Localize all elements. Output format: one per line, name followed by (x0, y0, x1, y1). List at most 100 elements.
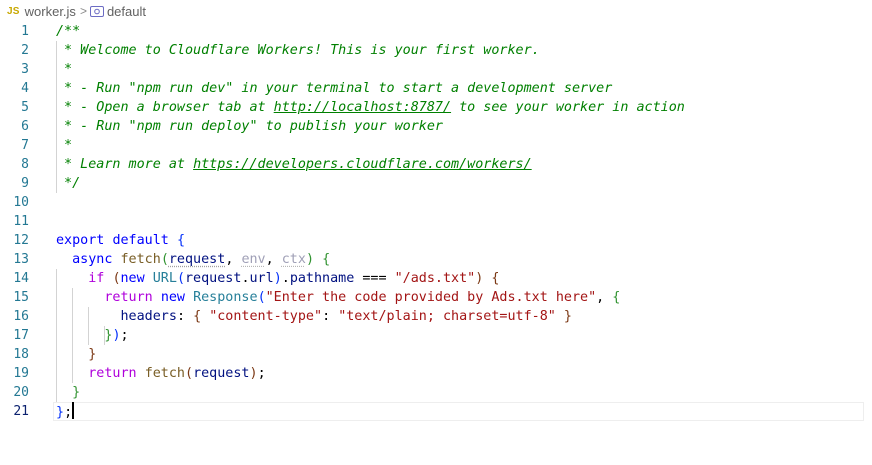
code-editor[interactable]: 1 /** 2 * Welcome to Cloudflare Workers!… (0, 22, 872, 465)
code-line: 5 * - Open a browser tab at http://local… (0, 98, 872, 117)
paren-token: ( (160, 252, 169, 267)
code-text: return fetch(request); (88, 366, 266, 381)
code-text: return new Response("Enter the code prov… (104, 290, 621, 305)
string-token: "text/plain; charset=utf-8" (338, 309, 556, 324)
code-line: 17 }); (0, 326, 872, 345)
code-text: /** (56, 22, 80, 41)
javascript-file-icon: JS (7, 5, 20, 17)
code-line: 2 * Welcome to Cloudflare Workers! This … (0, 41, 872, 60)
brace-token: { (322, 252, 331, 267)
comment-token: * - Run "npm run deploy" to publish your… (56, 119, 443, 134)
code-line: 8 * Learn more at https://developers.clo… (0, 155, 872, 174)
param-token: request (168, 252, 226, 267)
line-number: 19 (13, 366, 29, 381)
line-number: 11 (13, 214, 29, 229)
property-token: url (249, 271, 274, 286)
line-number: 16 (13, 309, 29, 324)
paren-token: ( (112, 271, 121, 286)
comment-token: * Learn more at (56, 157, 194, 172)
keyword-token: new (160, 290, 185, 305)
paren-token: ( (185, 366, 194, 381)
code-text: */ (56, 174, 80, 193)
paren-token: ) (305, 252, 314, 267)
code-text: } (56, 345, 96, 364)
code-line: 16 headers: { "content-type": "text/plai… (0, 307, 872, 326)
current-line-highlight (53, 402, 864, 421)
type-token: URL (152, 271, 177, 286)
code-text: * (56, 136, 72, 155)
keyword-token: async (72, 252, 113, 267)
code-line: 9 */ (0, 174, 872, 193)
chevron-right-icon: > (79, 4, 87, 18)
comment-token: * (56, 62, 73, 77)
string-token: "Enter the code provided by Ads.txt here… (265, 290, 597, 305)
paren-token: ) (273, 271, 282, 286)
keyword-token: return (104, 290, 153, 305)
line-number: 7 (21, 138, 29, 153)
brace-token: { (491, 271, 500, 286)
localhost-link[interactable]: http://localhost:8787/ (274, 100, 451, 115)
operator-token: === (362, 271, 387, 286)
paren-token: ( (257, 290, 266, 305)
breadcrumb-file-name[interactable]: worker.js (25, 4, 76, 19)
unused-param-token: ctx (281, 252, 306, 267)
brace-token: { (176, 233, 185, 248)
line-number: 6 (21, 119, 29, 134)
keyword-token: new (120, 271, 145, 286)
line-number: 20 (13, 385, 29, 400)
param-token: request (193, 366, 250, 381)
function-name-token: fetch (120, 252, 161, 267)
code-text: } (56, 383, 80, 402)
keyword-token: default (112, 233, 169, 248)
text-cursor (72, 402, 75, 419)
property-token: headers (120, 309, 177, 324)
line-number: 8 (21, 157, 29, 172)
breadcrumb-symbol-name[interactable]: default (107, 4, 146, 19)
keyword-token: if (88, 271, 105, 286)
symbol-field-icon (89, 5, 104, 17)
brace-token: } (88, 347, 97, 362)
code-text: * - Open a browser tab at http://localho… (56, 98, 685, 117)
code-line: 11 (0, 212, 872, 231)
keyword-token: return (88, 366, 137, 381)
code-line: 3 * (0, 60, 872, 79)
code-line: 12 export default { (0, 231, 872, 250)
line-number: 21 (13, 404, 29, 419)
line-number: 3 (21, 62, 29, 77)
code-line: 20 } (0, 383, 872, 402)
string-token: "content-type" (209, 309, 323, 324)
brace-token: } (56, 405, 65, 420)
code-line: 6 * - Run "npm run deploy" to publish yo… (0, 117, 872, 136)
code-line: 18 } (0, 345, 872, 364)
line-number: 12 (13, 233, 29, 248)
code-text: }; (56, 402, 75, 422)
code-line-active: 21 }; (0, 402, 872, 421)
code-text: export default { (56, 231, 185, 250)
param-token: request (185, 271, 242, 286)
brace-token: } (72, 385, 81, 400)
line-number: 10 (13, 195, 29, 210)
string-token: "/ads.txt" (394, 271, 476, 286)
code-text: * Learn more at https://developers.cloud… (56, 155, 532, 174)
paren-token: ( (176, 271, 185, 286)
code-line: 14 if (new URL(request.url).pathname ===… (0, 269, 872, 288)
paren-token: ) (112, 328, 121, 343)
code-text: if (new URL(request.url).pathname === "/… (88, 271, 500, 286)
comment-token: * (56, 138, 73, 153)
paren-token: ) (249, 366, 258, 381)
docs-link[interactable]: https://developers.cloudflare.com/worker… (193, 157, 532, 172)
line-number: 4 (21, 81, 29, 96)
paren-token: ) (475, 271, 484, 286)
code-line: 15 return new Response("Enter the code p… (0, 288, 872, 307)
line-number: 1 (21, 24, 29, 39)
type-token: Response (193, 290, 258, 305)
code-line: 4 * - Run "npm run dev" in your terminal… (0, 79, 872, 98)
line-number: 9 (21, 176, 29, 191)
code-text: * - Run "npm run dev" in your terminal t… (56, 79, 612, 98)
breadcrumb: JS worker.js > default (0, 0, 872, 22)
brace-token: } (563, 309, 572, 324)
code-text: headers: { "content-type": "text/plain; … (120, 309, 572, 324)
code-line: 13 async fetch(request, env, ctx) { (0, 250, 872, 269)
code-text: async fetch(request, env, ctx) { (72, 252, 331, 267)
code-line: 1 /** (0, 22, 872, 41)
